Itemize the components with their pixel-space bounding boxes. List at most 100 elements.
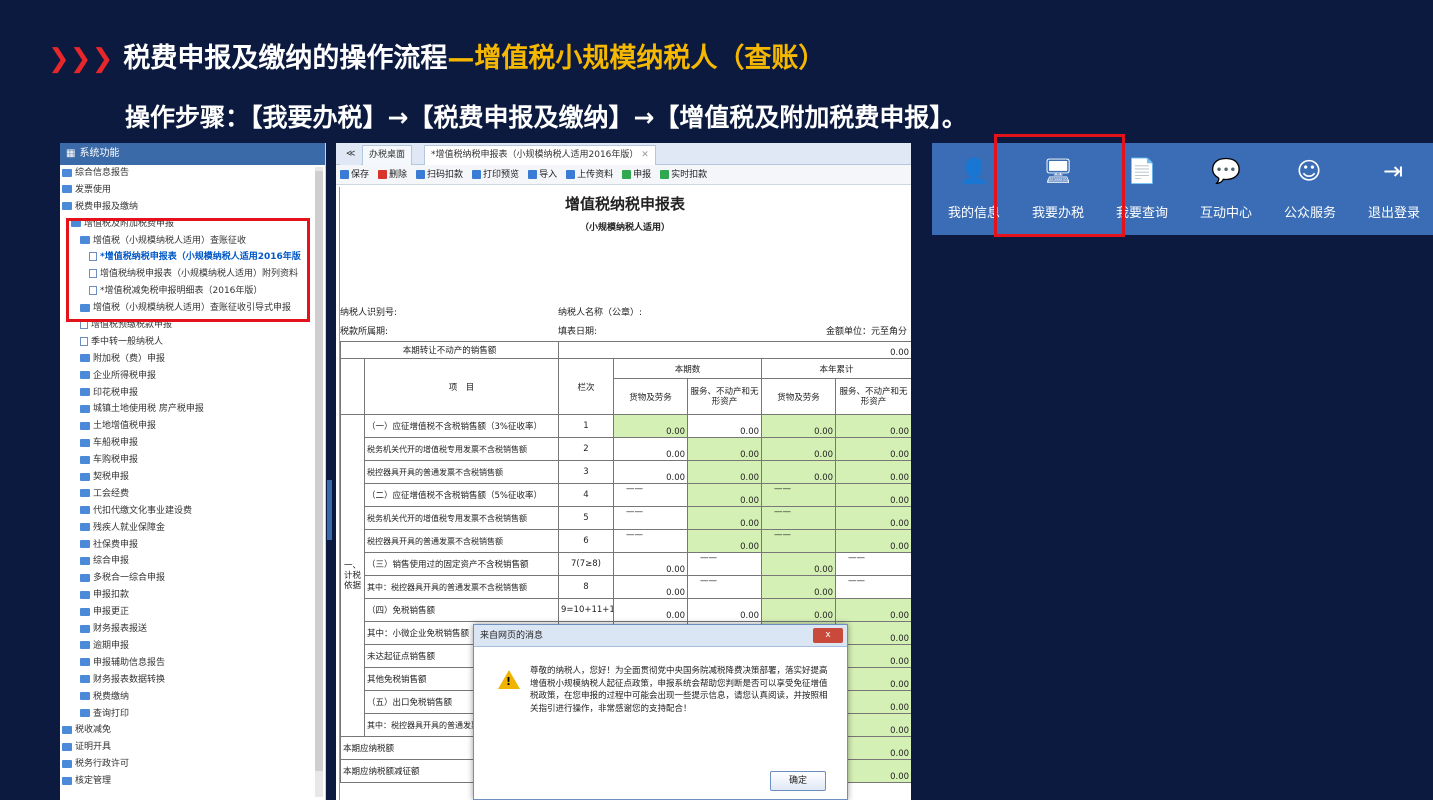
value-cell[interactable]: 0.00	[613, 460, 689, 484]
dialog-close-button[interactable]: x	[813, 628, 843, 643]
close-icon[interactable]: ✕	[641, 150, 649, 160]
value-cell[interactable]: 0.00	[687, 529, 763, 553]
logout-icon: ⇥	[1382, 157, 1404, 185]
value-cell[interactable]: 0.00	[761, 575, 837, 599]
sidebar-item[interactable]: 查询打印	[60, 706, 325, 723]
value-cell[interactable]: 0.00	[613, 552, 689, 576]
value-cell[interactable]: 0.00	[835, 460, 911, 484]
toolbar-button[interactable]: 导入	[528, 170, 557, 180]
sidebar-item[interactable]: 季中转一般纳税人	[60, 334, 325, 351]
document-icon	[80, 336, 88, 346]
sidebar-item[interactable]: 社保费申报	[60, 537, 325, 554]
row-col-number: 6	[558, 529, 615, 553]
folder-icon	[62, 776, 72, 785]
sidebar-item[interactable]: 城镇土地使用税 房产税申报	[60, 401, 325, 418]
value-cell: ——	[761, 529, 837, 553]
value-cell[interactable]: 0.00	[613, 575, 689, 599]
value-cell[interactable]: 0.00	[687, 506, 763, 530]
value-cell[interactable]: 0.00	[761, 598, 837, 622]
value-cell[interactable]: 0.00	[761, 460, 837, 484]
sidebar-item[interactable]: 残疾人就业保障金	[60, 520, 325, 537]
table-row: 其中：税控器具开具的普通发票不含税销售额 8 0.00 —— 0.00 ——	[341, 575, 911, 599]
value-cell[interactable]: 0.00	[687, 483, 763, 507]
table-row: （三）销售使用过的固定资产不含税销售额 7(7≥8) 0.00 —— 0.00 ——	[341, 552, 911, 576]
nav-item[interactable]: 💬 互动中心	[1184, 143, 1268, 235]
value-cell[interactable]: 0.00	[835, 529, 911, 553]
sidebar-item[interactable]: 申报更正	[60, 604, 325, 621]
value-cell: ——	[613, 483, 689, 507]
sidebar-item[interactable]: 税费申报及缴纳	[60, 199, 325, 216]
folder-icon	[80, 573, 90, 582]
value-cell[interactable]: 0.00	[687, 414, 763, 438]
sidebar-item[interactable]: 印花税申报	[60, 385, 325, 402]
toolbar-button[interactable]: 保存	[340, 170, 369, 180]
tab-back[interactable]: ≪	[340, 145, 362, 165]
toolbar-button[interactable]: 实时扣款	[660, 170, 707, 180]
first-row-value[interactable]: 0.00	[558, 341, 911, 359]
sidebar-item[interactable]: 发票使用	[60, 182, 325, 199]
sidebar-item[interactable]: 证明开具	[60, 739, 325, 756]
sidebar-item[interactable]: 工会经费	[60, 486, 325, 503]
sidebar-item[interactable]: 车船税申报	[60, 435, 325, 452]
value-cell[interactable]: 0.00	[687, 598, 763, 622]
sidebar-item[interactable]: 财务报表数据转换	[60, 672, 325, 689]
value-cell[interactable]: 0.00	[761, 414, 837, 438]
folder-icon	[80, 388, 90, 397]
sidebar-item[interactable]: 核定管理	[60, 773, 325, 790]
value-cell[interactable]: 0.00	[835, 598, 911, 622]
folder-icon	[80, 692, 90, 701]
sidebar-item[interactable]: 附加税（费）申报	[60, 351, 325, 368]
value-cell[interactable]: 0.00	[613, 437, 689, 461]
sidebar-item[interactable]: 逾期申报	[60, 638, 325, 655]
service-icon: ☺	[1296, 157, 1322, 185]
nav-item[interactable]: ☺ 公众服务	[1268, 143, 1352, 235]
toolbar-button[interactable]: 申报	[622, 170, 651, 180]
ok-button[interactable]: 确定	[770, 771, 826, 791]
toolbar-button[interactable]: 删除	[378, 170, 407, 180]
table-row: 税控器具开具的普通发票不含税销售额 6 —— 0.00 —— 0.00	[341, 529, 911, 553]
form-title: 增值税纳税申报表	[564, 195, 685, 213]
toolbar-button[interactable]: 打印预览	[472, 170, 519, 180]
toolbar-button[interactable]: 上传资料	[566, 170, 613, 180]
sidebar-item[interactable]: 代扣代缴文化事业建设费	[60, 503, 325, 520]
value-cell[interactable]: 0.00	[687, 460, 763, 484]
sidebar-item[interactable]: 土地增值税申报	[60, 418, 325, 435]
value-cell[interactable]: 0.00	[835, 437, 911, 461]
collapse-handle[interactable]	[327, 480, 332, 540]
sidebar-item[interactable]: 税收减免	[60, 722, 325, 739]
toolbar-icon	[622, 170, 632, 179]
sidebar-item[interactable]: 税费缴纳	[60, 689, 325, 706]
sidebar-item[interactable]: 税务行政许可	[60, 756, 325, 773]
value-cell[interactable]: 0.00	[761, 437, 837, 461]
sidebar-item[interactable]: 综合信息报告	[60, 165, 325, 182]
value-cell[interactable]: 0.00	[613, 598, 689, 622]
value-cell[interactable]: 0.00	[613, 414, 689, 438]
value-cell: ——	[835, 552, 911, 576]
value-cell[interactable]: 0.00	[761, 552, 837, 576]
value-cell: ——	[761, 506, 837, 530]
folder-icon	[80, 421, 90, 430]
tab-vat-form[interactable]: *增值税纳税申报表（小规模纳税人适用2016年版） ✕	[424, 145, 656, 165]
sidebar-item[interactable]: 申报扣款	[60, 587, 325, 604]
tab-desktop[interactable]: 办税桌面	[362, 145, 413, 165]
ytd-header: 本年累计	[761, 358, 911, 379]
sidebar-scrollbar[interactable]	[315, 167, 323, 797]
sidebar-item[interactable]: 多税合一综合申报	[60, 570, 325, 587]
sidebar-item[interactable]: 申报辅助信息报告	[60, 655, 325, 672]
value-cell[interactable]: 0.00	[835, 414, 911, 438]
dialog-message: 尊敬的纳税人，您好！为全面贯彻党中央国务院减税降费决策部署，落实好提高增值税小规…	[530, 666, 828, 714]
sidebar-item[interactable]: 车购税申报	[60, 452, 325, 469]
value-cell[interactable]: 0.00	[835, 506, 911, 530]
toolbar-button[interactable]: 扫码扣款	[416, 170, 463, 180]
table-row: （四）免税销售额9=10+11+120.000.000.000.00	[341, 598, 911, 622]
sidebar-item[interactable]: 契税申报	[60, 469, 325, 486]
sidebar-item[interactable]: 财务报表报送	[60, 621, 325, 638]
row-label: （三）销售使用过的固定资产不含税销售额	[363, 552, 560, 576]
value-cell[interactable]: 0.00	[687, 437, 763, 461]
row-label: 税务机关代开的增值税专用发票不含税销售额	[363, 437, 560, 461]
value-cell[interactable]: 0.00	[835, 483, 911, 507]
folder-icon	[80, 590, 90, 599]
sidebar-item[interactable]: 企业所得税申报	[60, 368, 325, 385]
sidebar-item[interactable]: 综合申报	[60, 553, 325, 570]
nav-item[interactable]: ⇥ 退出登录	[1352, 143, 1433, 235]
